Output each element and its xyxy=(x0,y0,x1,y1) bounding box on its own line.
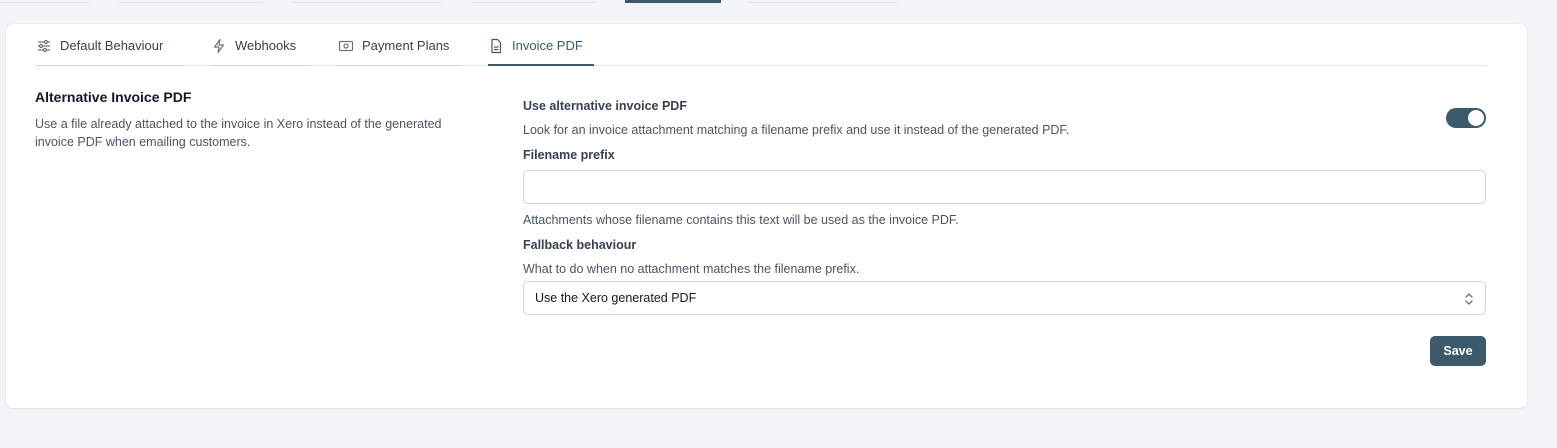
top-tab-underline xyxy=(748,0,898,3)
filename-prefix-help: Attachments whose filename contains this… xyxy=(523,213,959,227)
tab-label: Payment Plans xyxy=(362,38,450,53)
fallback-selected-value: Use the Xero generated PDF xyxy=(535,291,697,305)
tab-default-behaviour[interactable]: Default Behaviour xyxy=(36,38,182,66)
fallback-label: Fallback behaviour xyxy=(523,238,637,252)
top-tab-underline xyxy=(0,0,90,3)
save-button[interactable]: Save xyxy=(1430,336,1486,366)
fallback-help: What to do when no attachment matches th… xyxy=(523,262,860,276)
use-alt-pdf-help: Look for an invoice attachment matching … xyxy=(523,123,1070,137)
lightning-icon xyxy=(211,38,227,54)
tab-invoice-pdf[interactable]: Invoice PDF xyxy=(488,38,594,66)
top-tab-underline xyxy=(472,0,597,3)
use-alt-pdf-toggle[interactable] xyxy=(1446,108,1486,128)
toggle-knob xyxy=(1468,110,1484,126)
sliders-icon xyxy=(36,38,52,54)
tab-label: Webhooks xyxy=(235,38,297,53)
tab-webhooks[interactable]: Webhooks xyxy=(211,38,308,66)
section-description: Use a file already attached to the invoi… xyxy=(35,117,442,149)
tab-payment-plans[interactable]: Payment Plans xyxy=(338,38,459,66)
cash-icon xyxy=(338,38,354,54)
filename-prefix-input[interactable] xyxy=(523,170,1486,204)
settings-tabs: Default Behaviour Webhooks Payment Plans… xyxy=(36,38,1486,66)
tab-label: Invoice PDF xyxy=(512,38,583,53)
chevron-updown-icon xyxy=(1463,291,1475,307)
top-tab-strip xyxy=(0,0,1557,3)
document-icon xyxy=(488,38,504,54)
filename-prefix-label: Filename prefix xyxy=(523,148,615,162)
fallback-select[interactable]: Use the Xero generated PDF xyxy=(523,281,1486,315)
top-tab-underline xyxy=(292,0,442,3)
section-title: Alternative Invoice PDF xyxy=(35,89,192,105)
tab-label: Default Behaviour xyxy=(60,38,164,53)
use-alt-pdf-label: Use alternative invoice PDF xyxy=(523,99,687,113)
top-tab-active-underline xyxy=(625,0,721,3)
top-tab-underline xyxy=(118,0,263,3)
